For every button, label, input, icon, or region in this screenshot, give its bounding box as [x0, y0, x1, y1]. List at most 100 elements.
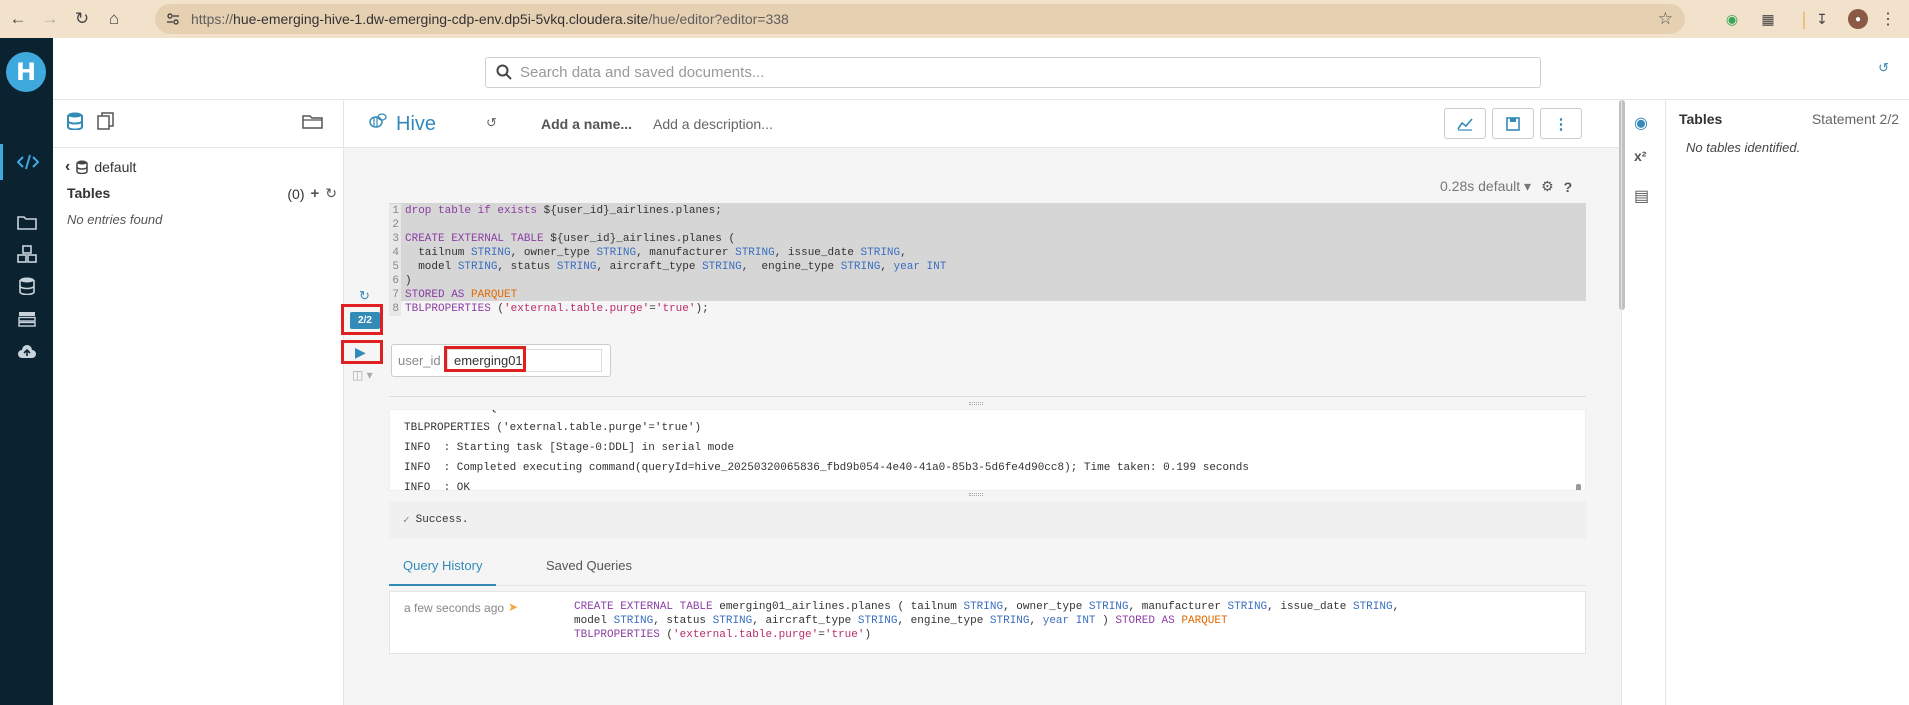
log-line: INFO : OK [404, 482, 471, 491]
line-number: 7 [389, 288, 401, 302]
snippet-meta: 0.28s default ▾ ⚙ ? [1440, 178, 1572, 195]
log-line: TBLPROPERTIES ('external.table.purge'='t… [404, 422, 702, 434]
functions-icon[interactable]: x² [1634, 148, 1646, 164]
assist-panel: ‹ default Tables (0) + ↻ No entries foun… [53, 100, 344, 705]
success-text: Success. [415, 514, 469, 526]
cloud-upload-icon[interactable] [0, 334, 53, 370]
top-search-bar: Search data and saved documents... ↺ [53, 38, 1909, 100]
resize-handle[interactable] [969, 402, 983, 405]
refresh-tables-icon[interactable]: ↻ [325, 185, 337, 202]
no-entries-text: No entries found [67, 212, 163, 227]
code-line: 6) [389, 274, 1586, 288]
database-small-icon [76, 160, 89, 174]
site-info-icon[interactable] [165, 11, 181, 27]
hue-sidebar: H [0, 38, 53, 705]
chart-button[interactable] [1444, 108, 1486, 139]
editor-title: Hive [368, 112, 436, 136]
code-line: 3 CREATE EXTERNAL TABLE ${user_id}_airlin… [389, 232, 1586, 246]
code-editor[interactable]: 1 drop table if exists ${user_id}_airline… [389, 203, 1586, 316]
log-line: STORED AS PARQUET [404, 410, 1585, 418]
query-history-icon[interactable]: ↺ [486, 115, 497, 131]
home-icon[interactable]: ⌂ [100, 5, 128, 33]
global-search-input[interactable]: Search data and saved documents... [485, 57, 1541, 88]
result-divider [389, 396, 1586, 397]
code-line: 8 TBLPROPERTIES ('external.table.purge'='… [389, 302, 1586, 316]
tables-list-icon[interactable] [0, 301, 53, 337]
line-number: 3 [389, 232, 401, 246]
tables-label: Tables [67, 185, 111, 201]
right-assist-panel: Tables Statement 2/2 No tables identifie… [1665, 100, 1909, 705]
line-number: 4 [389, 246, 401, 260]
log-line: INFO : Completed executing command(query… [404, 462, 1249, 474]
search-icon [496, 64, 512, 80]
history-time: a few seconds ago [404, 601, 505, 615]
book-icon[interactable]: ▤ [1634, 186, 1649, 206]
code-line: 5 model STRING, status STRING, aircraft_… [389, 260, 1586, 274]
add-table-icon[interactable]: + [311, 185, 320, 202]
log-scrollbar[interactable] [1576, 484, 1581, 490]
check-icon: ✓ [403, 515, 410, 527]
assist-folder-icon[interactable] [302, 112, 324, 133]
log-line: INFO : Starting task [Stage-0:DDL] in se… [404, 442, 735, 454]
editor-code-icon[interactable] [0, 144, 53, 180]
resize-handle[interactable] [969, 493, 983, 496]
run-play-button[interactable]: ▶ [355, 344, 366, 361]
code-line: 1 drop table if exists ${user_id}_airline… [389, 204, 1586, 218]
settings-gear-icon[interactable]: ⚙ [1541, 178, 1554, 195]
bookmark-star-icon[interactable]: ☆ [1658, 9, 1673, 29]
compass-icon[interactable]: ◉ [1634, 113, 1648, 133]
back-icon[interactable]: ← [4, 5, 32, 33]
database-icon[interactable] [0, 268, 53, 304]
assist-documents-tab-icon[interactable] [97, 112, 115, 133]
execution-meta-dropdown[interactable]: 0.28s default ▾ [1440, 178, 1531, 195]
history-icon[interactable]: ↺ [1878, 60, 1889, 76]
variable-user-id: user_id [391, 344, 611, 377]
tab-saved-queries[interactable]: Saved Queries [546, 558, 632, 573]
jobs-cubes-icon[interactable] [0, 236, 53, 272]
documents-folder-icon[interactable] [0, 204, 53, 240]
forward-icon[interactable]: → [36, 5, 64, 33]
dialect-name[interactable]: Hive [396, 113, 436, 136]
profile-avatar[interactable]: ● [1848, 9, 1868, 29]
history-row[interactable]: a few seconds ago ➤ CREATE EXTERNAL TABL… [389, 591, 1586, 654]
vertical-dots-icon: ⋮ [1553, 115, 1569, 133]
save-button[interactable] [1492, 108, 1534, 139]
right-panel-statement: Statement 2/2 [1811, 111, 1899, 127]
help-question-icon[interactable]: ? [1564, 179, 1573, 195]
line-number: 5 [389, 260, 401, 274]
history-query: CREATE EXTERNAL TABLE emerging01_airline… [574, 601, 1400, 641]
address-bar[interactable]: https://hue-emerging-hive-1.dw-emerging-… [155, 4, 1685, 34]
reload-icon[interactable]: ↻ [68, 5, 96, 33]
tables-count: (0) [287, 185, 305, 202]
code-line: 4 tailnum STRING, owner_type STRING, man… [389, 246, 1586, 260]
code-line: 7 STORED AS PARQUET [389, 288, 1586, 302]
editor-area: Hive ↺ Add a name... Add a description..… [341, 100, 1625, 705]
extensions-puzzle-icon[interactable]: ▦ [1758, 9, 1778, 29]
history-row-partial [389, 660, 1586, 668]
line-number: 2 [389, 218, 401, 232]
download-icon[interactable]: ↧ [1812, 9, 1832, 29]
database-breadcrumb[interactable]: ‹ default [65, 158, 136, 176]
search-placeholder: Search data and saved documents... [520, 64, 765, 81]
query-description-field[interactable]: Add a description... [653, 116, 773, 132]
hue-logo[interactable]: H [6, 52, 46, 92]
line-number: 6 [389, 274, 401, 288]
query-name-field[interactable]: Add a name... [541, 116, 632, 132]
floppy-disk-icon [1506, 116, 1520, 131]
chevron-left-icon[interactable]: ‹ [65, 158, 70, 176]
database-name[interactable]: default [94, 159, 136, 175]
map-icon[interactable]: ◫ ▾ [352, 368, 373, 382]
statement-badge[interactable]: 2/2 [350, 312, 380, 329]
highlight-box-variable [444, 346, 526, 372]
success-message: ✓ Success. [389, 501, 1586, 539]
line-number: 8 [389, 302, 401, 316]
reexecute-icon[interactable]: ↻ [359, 288, 370, 304]
tab-query-history[interactable]: Query History [389, 558, 497, 586]
assist-database-tab-icon[interactable] [67, 112, 83, 133]
browser-menu-icon[interactable]: ⋮ [1878, 9, 1898, 29]
tables-header: Tables (0) + ↻ [67, 185, 337, 202]
variable-label: user_id [398, 353, 441, 368]
more-options-button[interactable]: ⋮ [1540, 108, 1582, 139]
history-status-icon: ➤ [508, 600, 519, 614]
extension-eye-icon[interactable]: ◉ [1722, 9, 1742, 29]
